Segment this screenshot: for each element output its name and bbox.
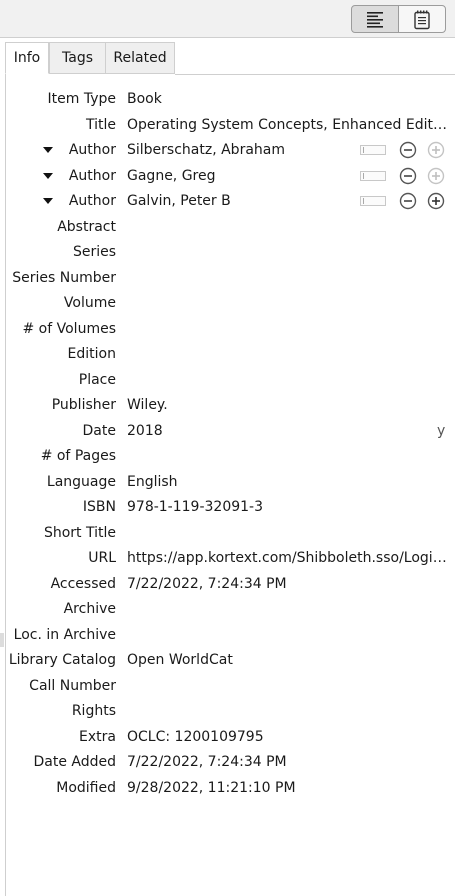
field-label: Abstract [57,219,116,235]
creator-mode-toggle[interactable] [360,145,386,155]
field-label: # of Volumes [22,321,117,337]
add-creator-icon[interactable] [427,141,445,159]
field-label: Date [82,423,116,439]
notes-pane-toggle-button[interactable] [398,5,446,33]
field-title: Title Operating System Concepts, Enhance… [5,113,455,138]
creator-mode-toggle[interactable] [360,196,386,206]
field-volume: Volume [5,291,455,316]
field-call-number: Call Number [5,674,455,699]
field-label: Place [78,372,116,388]
tab-info[interactable]: Info [5,42,49,74]
tab-related[interactable]: Related [105,42,175,74]
field-abstract: Abstract [5,215,455,240]
field-label: Series [72,244,116,260]
field-label: Edition [67,346,116,362]
field-date-added: Date Added 7/22/2022, 7:24:34 PM [5,750,455,775]
add-creator-icon[interactable] [427,167,445,185]
field-label: Date Added [33,754,116,770]
creator-type-label[interactable]: Author [5,164,116,189]
creator-row: Author Galvin, Peter B [5,189,455,214]
field-label: Accessed [50,576,116,592]
field-label: Volume [63,295,116,311]
creator-name-field[interactable]: Silberschatz, Abraham [127,138,352,163]
tab-tags[interactable]: Tags [49,42,106,74]
title-field[interactable]: Operating System Concepts, Enhanced Edit… [127,113,449,138]
item-pane-lines-icon [367,12,383,28]
field-language: Language English [5,470,455,495]
field-short-title: Short Title [5,521,455,546]
field-label: Short Title [43,525,116,541]
tab-divider [175,74,455,75]
field-date: Date 2018 y [5,419,455,444]
field-publisher: Publisher Wiley. [5,393,455,418]
creator-row: Author Silberschatz, Abraham [5,138,455,163]
isbn-field[interactable]: 978-1-119-32091-3 [127,495,449,520]
field-extra: Extra OCLC: 1200109795 [5,725,455,750]
field-series-number: Series Number [5,266,455,291]
field-modified: Modified 9/28/2022, 11:21:10 PM [5,776,455,801]
notes-pane-icon [414,10,430,30]
add-creator-icon[interactable] [427,192,445,210]
field-loc-in-archive: Loc. in Archive [5,623,455,648]
pane-splitter[interactable] [0,633,4,647]
field-label: Item Type [47,91,116,107]
creator-type-label[interactable]: Author [5,189,116,214]
accessed-field[interactable]: 7/22/2022, 7:24:34 PM [127,572,449,597]
field-url: URL https://app.kortext.com/Shibboleth.s… [5,546,455,571]
date-field[interactable]: 2018 [127,419,427,444]
field-accessed: Accessed 7/22/2022, 7:24:34 PM [5,572,455,597]
creator-mode-toggle[interactable] [360,171,386,181]
field-archive: Archive [5,597,455,622]
creator-row: Author Gagne, Greg [5,164,455,189]
url-field[interactable]: https://app.kortext.com/Shibboleth.sso/L… [127,546,449,571]
date-format-indicator: y [437,423,446,439]
field-series: Series [5,240,455,265]
creator-name-field[interactable]: Galvin, Peter B [127,189,352,214]
field-label: Extra [79,729,116,745]
url-label-link[interactable]: URL [5,546,116,571]
date-added-value: 7/22/2022, 7:24:34 PM [127,754,287,770]
item-pane-toggle-button[interactable] [351,5,399,33]
creator-type-label[interactable]: Author [5,138,116,163]
field-label: Loc. in Archive [13,627,116,643]
modified-value: 9/28/2022, 11:21:10 PM [127,780,296,796]
field-label: Archive [63,601,116,617]
field-label: Modified [56,780,116,796]
field-rights: Rights [5,699,455,724]
field-edition: Edition [5,342,455,367]
field-place: Place [5,368,455,393]
field-label: Call Number [29,678,116,694]
item-type-select[interactable]: Book [127,87,449,112]
pane-toolbar [0,0,455,38]
field-library-catalog: Library Catalog Open WorldCat [5,648,455,673]
language-field[interactable]: English [127,470,449,495]
field-label: Library Catalog [8,652,116,668]
field-label: Series Number [12,270,116,286]
field-label: Title [85,117,116,133]
field-label: Publisher [51,397,116,413]
publisher-field[interactable]: Wiley. [127,393,449,418]
field-label: ISBN [82,499,116,515]
field-label: Language [46,474,116,490]
field-num-pages: # of Pages [5,444,455,469]
field-label: Rights [71,703,116,719]
field-label: # of Pages [40,448,116,464]
extra-field[interactable]: OCLC: 1200109795 [127,725,449,750]
remove-creator-icon[interactable] [399,141,417,159]
field-item-type: Item Type Book [5,87,455,112]
remove-creator-icon[interactable] [399,192,417,210]
field-num-volumes: # of Volumes [5,317,455,342]
library-catalog-field[interactable]: Open WorldCat [127,648,449,673]
field-isbn: ISBN 978-1-119-32091-3 [5,495,455,520]
creator-name-field[interactable]: Gagne, Greg [127,164,352,189]
remove-creator-icon[interactable] [399,167,417,185]
